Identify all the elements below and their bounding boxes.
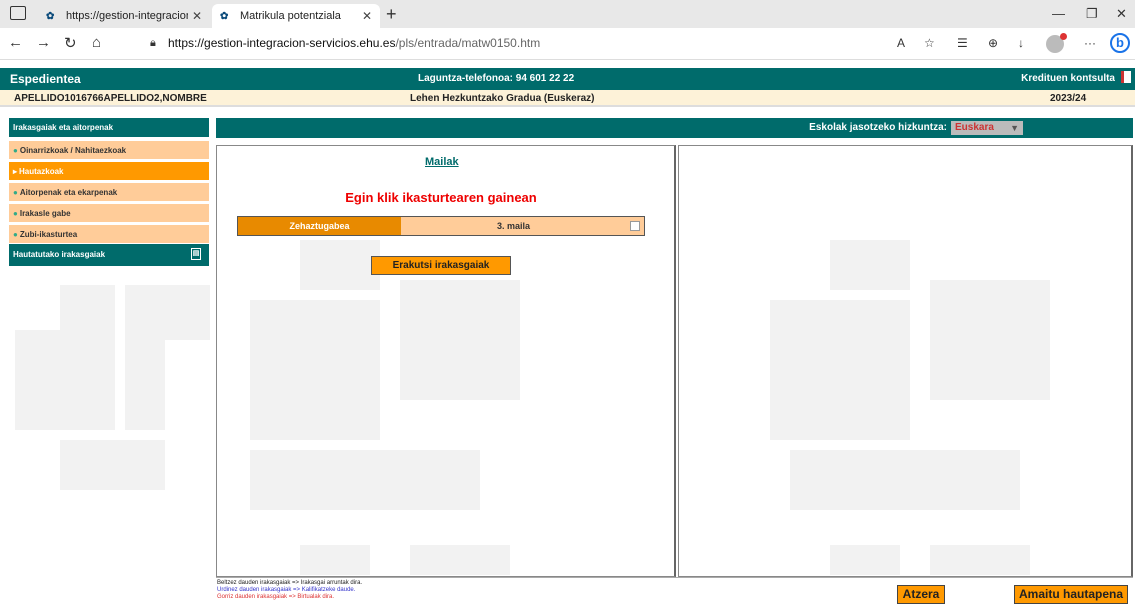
minimize-icon[interactable]: — xyxy=(1052,6,1065,21)
bullet-icon: ● xyxy=(13,188,18,197)
language-select[interactable]: Euskara ▼ xyxy=(951,121,1023,135)
refresh-icon[interactable]: ↻ xyxy=(64,34,77,52)
sidebar-item-hautazkoak[interactable]: ▸ Hautazkoak xyxy=(9,162,209,181)
level-option-3[interactable]: 3. maila xyxy=(401,217,626,235)
browser-tab-title: Matrikula potentziala xyxy=(240,10,341,22)
language-bar: Eskolak jasotzeko hizkuntza: Euskara ▼ xyxy=(216,118,1133,138)
app-header: Espedientea Laguntza-telefonoa: 94 601 2… xyxy=(0,68,1135,90)
site-favicon-icon: ✿ xyxy=(46,11,55,22)
language-label: Eskolak jasotzeko hizkuntza: xyxy=(809,122,947,133)
selected-subjects-header: Hautatutako irakasgaiak ▤ xyxy=(9,244,209,266)
book-icon[interactable] xyxy=(1121,71,1131,83)
browser-tab-2[interactable]: ✿ Matrikula potentziala ✕ xyxy=(212,4,380,28)
profile-avatar[interactable] xyxy=(1046,33,1067,53)
watermark-shape xyxy=(15,330,115,430)
sidebar-item-oinarrizkoak[interactable]: ● Oinarrizkoak / Nahitaezkoak xyxy=(9,141,209,160)
mailak-link[interactable]: Mailak xyxy=(425,156,459,168)
tab-actions-icon[interactable] xyxy=(10,6,26,20)
watermark-shape xyxy=(125,330,165,430)
show-subjects-button[interactable]: Erakutsi irakasgaiak xyxy=(371,256,511,275)
url-field[interactable]: https://gestion-integracion-servicios.eh… xyxy=(168,36,540,50)
sidebar-item-zubi-ikasturtea[interactable]: ● Zubi-ikasturtea xyxy=(9,225,209,244)
collections-icon[interactable]: ⊕ xyxy=(988,36,998,50)
browser-tab-title: https://gestion-integracion-servi xyxy=(66,10,188,22)
site-favicon-icon: ✿ xyxy=(220,11,229,22)
page-title: Espedientea xyxy=(10,72,81,86)
home-icon[interactable]: ⌂ xyxy=(92,34,101,51)
browser-tab-1[interactable]: ✿ https://gestion-integracion-servi ✕ xyxy=(38,4,210,28)
watermark-shape xyxy=(60,285,115,330)
legend-black: Beltzez dauden irakasgaiak => Irakasgai … xyxy=(217,580,363,586)
level-selector: Zehaztugabea 3. maila xyxy=(237,216,645,236)
legend-red: Gorriz dauden irakasgaiak => Birtualak d… xyxy=(217,594,335,600)
instruction-text: Egin klik ikasturtearen gainean xyxy=(345,190,537,205)
academic-year: 2023/24 xyxy=(1050,93,1087,104)
print-icon[interactable]: ▤ xyxy=(191,248,201,260)
subjects-frame xyxy=(678,145,1133,577)
sidebar-item-label: Aitorpenak eta ekarpenak xyxy=(19,188,118,197)
sidebar-item-label: Hautazkoak xyxy=(19,167,64,176)
forward-icon[interactable]: → xyxy=(36,34,51,51)
close-tab-icon[interactable]: ✕ xyxy=(192,9,202,23)
bullet-icon: ● xyxy=(13,209,18,218)
downloads-icon[interactable]: ↓ xyxy=(1018,36,1024,50)
more-menu-icon[interactable]: ··· xyxy=(1084,36,1096,50)
sidebar-item-irakasle-gabe[interactable]: ● Irakasle gabe xyxy=(9,204,209,223)
legend-blue: Urdinez dauden irakasgaiak => Kalifikatz… xyxy=(217,587,356,593)
close-window-icon[interactable]: ✕ xyxy=(1116,6,1127,22)
bing-icon[interactable]: b xyxy=(1110,33,1130,53)
back-button[interactable]: Atzera xyxy=(897,585,945,604)
credits-link[interactable]: Kredituen kontsulta xyxy=(1021,73,1115,84)
back-icon[interactable]: ← xyxy=(8,34,23,51)
favorites-list-icon[interactable]: ☰ xyxy=(957,36,968,50)
color-legend: Beltzez dauden irakasgaiak => Irakasgai … xyxy=(217,580,362,601)
new-tab-icon[interactable]: + xyxy=(386,4,397,25)
sidebar-item-label: Irakasle gabe xyxy=(19,209,71,218)
finish-selection-button[interactable]: Amaitu hautapena xyxy=(1014,585,1128,604)
bullet-icon: ● xyxy=(13,146,18,155)
favorite-icon[interactable]: ☆ xyxy=(924,36,935,50)
watermark-shape xyxy=(60,440,165,490)
browser-tab-bar: ✿ https://gestion-integracion-servi ✕ ✿ … xyxy=(0,0,1135,28)
maximize-icon[interactable]: ❐ xyxy=(1086,6,1098,22)
help-phone: Laguntza-telefonoa: 94 601 22 22 xyxy=(418,73,575,84)
sidebar-header: Irakasgaiak eta aitorpenak xyxy=(9,118,209,137)
bullet-icon: ● xyxy=(13,230,18,239)
level-option-undefined[interactable]: Zehaztugabea xyxy=(238,217,401,235)
selected-subjects-label: Hautatutako irakasgaiak xyxy=(13,250,106,259)
sidebar-item-aitorpenak[interactable]: ● Aitorpenak eta ekarpenak xyxy=(9,183,209,202)
chevron-down-icon: ▼ xyxy=(1010,123,1019,133)
student-info-row: APELLIDO1016766APELLIDO2,NOMBRE Lehen He… xyxy=(0,90,1135,107)
degree-name: Lehen Hezkuntzako Gradua (Euskeraz) xyxy=(410,93,595,104)
sidebar-item-label: Oinarrizkoak / Nahitaezkoak xyxy=(19,146,127,155)
footer-divider xyxy=(216,577,1133,578)
lock-icon[interactable]: 🔒︎ xyxy=(150,37,156,50)
close-tab-icon[interactable]: ✕ xyxy=(362,9,372,23)
bullet-icon: ▸ xyxy=(13,167,18,176)
student-name: APELLIDO1016766APELLIDO2,NOMBRE xyxy=(14,93,207,104)
level-checkbox[interactable] xyxy=(626,217,644,235)
read-aloud-icon[interactable]: A xyxy=(897,36,905,50)
address-bar: ← → ↻ ⌂ 🔒︎ https://gestion-integracion-s… xyxy=(0,28,1135,60)
sidebar-item-label: Zubi-ikasturtea xyxy=(19,230,78,239)
levels-frame xyxy=(216,145,676,577)
